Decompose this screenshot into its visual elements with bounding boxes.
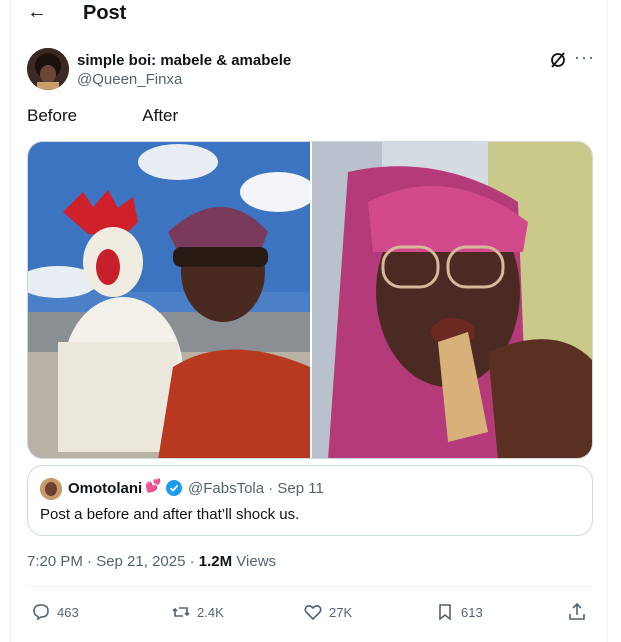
reply-icon <box>33 604 49 621</box>
bookmark-count: 613 <box>461 604 483 620</box>
post-timestamp[interactable]: 7:20 PM · Sep 21, 2025 · <box>27 553 199 570</box>
heart-icon <box>304 605 322 621</box>
quote-author-name: Omotolani <box>68 480 143 497</box>
repost-count: 2.4K <box>197 604 224 620</box>
after-image <box>312 142 592 458</box>
reply-count: 463 <box>57 604 79 620</box>
views-count: 1.2M <box>198 553 233 570</box>
quote-text: Post a before and after that’ll shock us… <box>40 506 300 523</box>
repost-button[interactable]: 2.4K <box>171 601 224 623</box>
grok-icon[interactable] <box>549 51 567 69</box>
post-text: Before After <box>27 106 179 125</box>
quote-name-emoji: 💕 <box>145 478 162 493</box>
repost-icon <box>172 607 190 617</box>
avatar[interactable] <box>27 48 69 90</box>
author-handle[interactable]: @Queen_Finxa <box>77 71 182 88</box>
arrow-left-icon[interactable]: ← <box>27 2 51 22</box>
quote-avatar <box>40 478 62 500</box>
post-header: ← Post <box>11 0 607 26</box>
share-button[interactable] <box>567 601 593 623</box>
page-title: Post <box>83 2 127 24</box>
quoted-post[interactable]: Omotolani 💕 @FabsTola · Sep 11 Post a be… <box>27 465 593 536</box>
post-media[interactable] <box>27 141 593 459</box>
quote-handle-time: @FabsTola · Sep 11 <box>188 480 324 497</box>
post-meta: 7:20 PM · Sep 21, 2025 · 1.2M Views <box>27 553 276 570</box>
views-label: Views <box>232 553 277 570</box>
bookmark-icon <box>439 604 451 621</box>
like-button[interactable]: 27K <box>303 601 352 623</box>
divider <box>27 586 593 587</box>
more-icon[interactable]: ··· <box>574 47 595 68</box>
before-image <box>28 142 316 458</box>
like-count: 27K <box>329 604 353 620</box>
bookmark-button[interactable]: 613 <box>435 601 483 623</box>
share-icon <box>569 602 585 620</box>
reply-button[interactable]: 463 <box>31 601 79 623</box>
author-name[interactable]: simple boi: mabele & amabele <box>77 52 291 69</box>
verified-icon <box>166 480 182 496</box>
post-column: ← Post simple boi: mabele & amabele @Que… <box>10 0 608 642</box>
